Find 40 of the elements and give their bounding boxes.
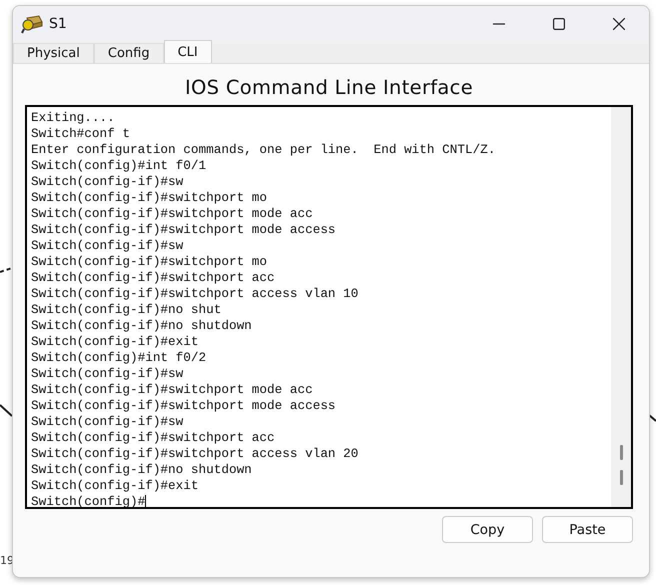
window-title: S1 [49,16,67,32]
terminal-line: Switch(config-if)#no shutdown [31,462,252,478]
terminal-line: Switch(config-if)#exit [31,478,199,494]
terminal-line: Switch(config-if)#no shut [31,302,222,318]
tab[interactable]: Config [94,43,164,63]
terminal-line: Enter configuration commands, one per line. End with CNTL/Z. [31,142,496,158]
terminal-panel[interactable] [25,105,633,509]
terminal-line: Switch(config-if)#switchport access vlan 10 [31,286,358,302]
terminal-line: Switch(config-if)#switchport access vlan 20 [31,446,358,462]
terminal-line: Switch(config-if)#switchport mode acc [31,382,313,398]
terminal-line: Exiting.... [31,110,115,126]
terminal-line: Switch(config-if)#switchport acc [31,270,275,286]
terminal-line: Switch(config-if)#exit [31,334,199,350]
terminal-line: Switch(config)#int f0/1 [31,158,206,174]
maximize-icon[interactable] [553,18,565,30]
terminal-line: Switch(config-if)#switchport mo [31,254,268,270]
terminal-line: Switch(config-if)#switchport mode access [31,222,336,238]
terminal-line: Switch(config-if)#switchport mode access [31,398,336,414]
terminal-line: Switch(config-if)#sw [31,414,184,430]
terminal-line: Switch(config-if)#sw [31,366,184,382]
panel-heading: IOS Command Line Interface [184,75,474,101]
tab[interactable]: CLI [164,40,212,63]
tab[interactable]: Physical [13,43,94,63]
link-line [649,414,656,422]
scrollbar[interactable] [611,107,631,507]
copy-button[interactable]: Copy [442,516,533,543]
terminal-line: Switch(config-if)#sw [31,174,184,190]
terminal-line: Switch(config-if)#switchport mode acc [31,206,313,222]
terminal-line: Switch(config-if)#no shutdown [31,318,252,334]
terminal-line: Switch(config-if)#switchport mo [31,190,268,206]
terminal-line: Switch(config)# [31,494,146,510]
switch-icon [21,14,43,34]
close-icon[interactable] [613,18,625,30]
paste-button[interactable]: Paste [542,516,633,543]
dashed-link-line [0,266,12,274]
terminal-line: Switch(config)#int f0/2 [31,350,206,366]
terminal-line: Switch#conf t [31,126,130,142]
link-line [0,404,12,417]
terminal-line: Switch(config-if)#switchport acc [31,430,275,446]
terminal-line: Switch(config-if)#sw [31,238,184,254]
